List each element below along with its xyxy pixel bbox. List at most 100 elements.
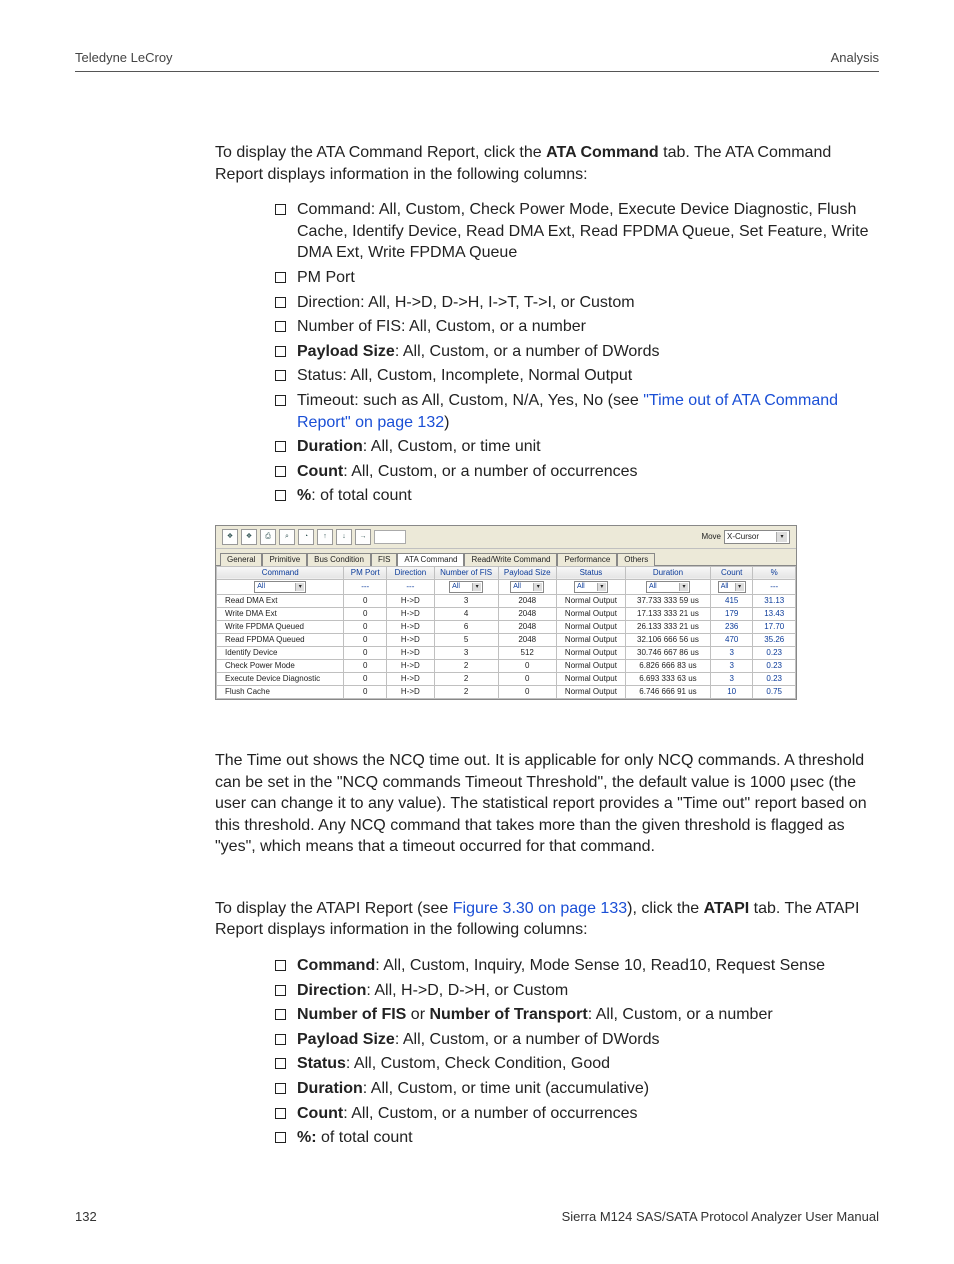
col-payload-size[interactable]: Payload Size bbox=[498, 566, 556, 579]
tab-bus-condition[interactable]: Bus Condition bbox=[307, 553, 371, 566]
table-cell: 10 bbox=[710, 685, 752, 698]
table-row[interactable]: Read DMA Ext0H->D32048Normal Output37.73… bbox=[217, 594, 796, 607]
table-row[interactable]: Read FPDMA Queued0H->D52048Normal Output… bbox=[217, 633, 796, 646]
chevron-down-icon: ▾ bbox=[533, 583, 542, 591]
text: Status: All, Custom, Incomplete, Normal … bbox=[297, 367, 632, 384]
table-cell: Read FPDMA Queued bbox=[217, 633, 344, 646]
table-cell: 2048 bbox=[498, 620, 556, 633]
table-row[interactable]: Execute Device Diagnostic0H->D20Normal O… bbox=[217, 672, 796, 685]
table-row[interactable]: Identify Device0H->D3512Normal Output30.… bbox=[217, 646, 796, 659]
move-select[interactable]: X-Cursor ▾ bbox=[724, 530, 790, 544]
tab-others[interactable]: Others bbox=[617, 553, 655, 566]
filter-cell[interactable]: All▾ bbox=[556, 579, 625, 594]
toolbar-input[interactable] bbox=[374, 530, 406, 544]
table-cell: 0 bbox=[344, 672, 386, 685]
tab-rw-command[interactable]: Read/Write Command bbox=[464, 553, 557, 566]
atapi-bullet-list: Command: All, Custom, Inquiry, Mode Sens… bbox=[215, 955, 879, 1149]
filter-value: All bbox=[512, 582, 522, 592]
preview-icon[interactable]: ⌕ bbox=[279, 529, 295, 545]
filter-cell[interactable]: All▾ bbox=[625, 579, 710, 594]
table-cell: 3 bbox=[434, 594, 498, 607]
bullet-item: Number of FIS: All, Custom, or a number bbox=[275, 316, 879, 338]
toolbar-button[interactable]: ❖ bbox=[222, 529, 238, 545]
table-cell: 2 bbox=[434, 685, 498, 698]
col-percent[interactable]: % bbox=[753, 566, 796, 579]
table-cell: Identify Device bbox=[217, 646, 344, 659]
right-arrow-icon[interactable]: → bbox=[355, 529, 371, 545]
up-arrow-icon[interactable]: ↑ bbox=[317, 529, 333, 545]
col-count[interactable]: Count bbox=[710, 566, 752, 579]
filter-cell[interactable]: All▾ bbox=[434, 579, 498, 594]
text: of total count bbox=[317, 1129, 413, 1146]
table-cell: 0 bbox=[344, 646, 386, 659]
col-direction[interactable]: Direction bbox=[386, 566, 434, 579]
table-cell: Normal Output bbox=[556, 633, 625, 646]
chevron-down-icon: ▾ bbox=[295, 583, 304, 591]
chevron-down-icon: ▾ bbox=[735, 583, 744, 591]
report-tabs: General Primitive Bus Condition FIS ATA … bbox=[216, 549, 796, 566]
tab-performance[interactable]: Performance bbox=[557, 553, 617, 566]
table-cell: H->D bbox=[386, 633, 434, 646]
col-num-fis[interactable]: Number of FIS bbox=[434, 566, 498, 579]
filter-value: All bbox=[576, 582, 586, 592]
filter-value: --- bbox=[406, 582, 414, 591]
tab-fis[interactable]: FIS bbox=[371, 553, 397, 566]
filter-cell[interactable]: All ▾ bbox=[710, 579, 752, 594]
checkbox-bullet-icon bbox=[275, 346, 286, 357]
intro-paragraph-3: To display the ATAPI Report (see Figure … bbox=[215, 898, 879, 941]
bullet-item: PM Port bbox=[275, 267, 879, 289]
filter-value: --- bbox=[361, 582, 369, 591]
checkbox-bullet-icon bbox=[275, 1058, 286, 1069]
checkbox-bullet-icon bbox=[275, 1083, 286, 1094]
filter-value: All bbox=[720, 582, 730, 592]
tab-general[interactable]: General bbox=[220, 553, 262, 566]
filter-cell[interactable]: All ▾ bbox=[217, 579, 344, 594]
table-cell: 6.826 666 83 us bbox=[625, 659, 710, 672]
checkbox-bullet-icon bbox=[275, 204, 286, 215]
table-filter-row: All▾ --- --- All▾ All▾ All▾ All▾ All▾ --… bbox=[217, 579, 796, 594]
col-command[interactable]: Command bbox=[217, 566, 344, 579]
filter-value: --- bbox=[770, 582, 778, 591]
filter-value: All bbox=[648, 582, 658, 592]
checkbox-bullet-icon bbox=[275, 985, 286, 996]
bullet-item: Command: All, Custom, Inquiry, Mode Sens… bbox=[275, 955, 879, 977]
bold: Number of FIS bbox=[297, 1006, 406, 1023]
down-arrow-icon[interactable]: ↓ bbox=[336, 529, 352, 545]
bold: Count bbox=[297, 463, 343, 480]
bold: Number of Transport bbox=[429, 1006, 587, 1023]
bold: Command bbox=[297, 957, 375, 974]
toolbar-button[interactable]: ◔ bbox=[298, 529, 314, 545]
print-icon[interactable]: ⎙ bbox=[260, 529, 276, 545]
table-row[interactable]: Check Power Mode0H->D20Normal Output6.82… bbox=[217, 659, 796, 672]
col-pm-port[interactable]: PM Port bbox=[344, 566, 386, 579]
tab-primitive[interactable]: Primitive bbox=[262, 553, 307, 566]
col-status[interactable]: Status bbox=[556, 566, 625, 579]
table-cell: H->D bbox=[386, 659, 434, 672]
toolbar-button[interactable]: ❖ bbox=[241, 529, 257, 545]
bold: Payload Size bbox=[297, 343, 395, 360]
table-row[interactable]: Write FPDMA Queued0H->D62048Normal Outpu… bbox=[217, 620, 796, 633]
checkbox-bullet-icon bbox=[275, 1108, 286, 1119]
filter-cell: --- bbox=[344, 579, 386, 594]
bullet-item: Status: All, Custom, Check Condition, Go… bbox=[275, 1053, 879, 1075]
table-cell: 13.43 bbox=[753, 607, 796, 620]
col-duration[interactable]: Duration bbox=[625, 566, 710, 579]
table-row[interactable]: Flush Cache0H->D20Normal Output6.746 666… bbox=[217, 685, 796, 698]
table-cell: H->D bbox=[386, 646, 434, 659]
filter-cell[interactable]: All ▾ bbox=[498, 579, 556, 594]
text: : All, Custom, or a number bbox=[588, 1006, 773, 1023]
bold: Payload Size bbox=[297, 1031, 395, 1048]
text: : All, Custom, or time unit bbox=[363, 438, 541, 455]
table-cell: 0 bbox=[344, 607, 386, 620]
table-cell: 0.75 bbox=[753, 685, 796, 698]
tab-ata-command[interactable]: ATA Command bbox=[397, 553, 464, 566]
intro-paragraph-1: To display the ATA Command Report, click… bbox=[215, 142, 879, 185]
table-row[interactable]: Write DMA Ext0H->D42048Normal Output17.1… bbox=[217, 607, 796, 620]
filter-value: All bbox=[256, 582, 266, 592]
cross-ref-link[interactable]: Figure 3.30 on page 133 bbox=[453, 900, 627, 917]
table-cell: 3 bbox=[710, 659, 752, 672]
chevron-down-icon: ▾ bbox=[472, 583, 481, 591]
text: Direction: All, H->D, D->H, I->T, T->I, … bbox=[297, 294, 635, 311]
bold: %: bbox=[297, 1129, 317, 1146]
bullet-item: Direction: All, H->D, D->H, I->T, T->I, … bbox=[275, 292, 879, 314]
